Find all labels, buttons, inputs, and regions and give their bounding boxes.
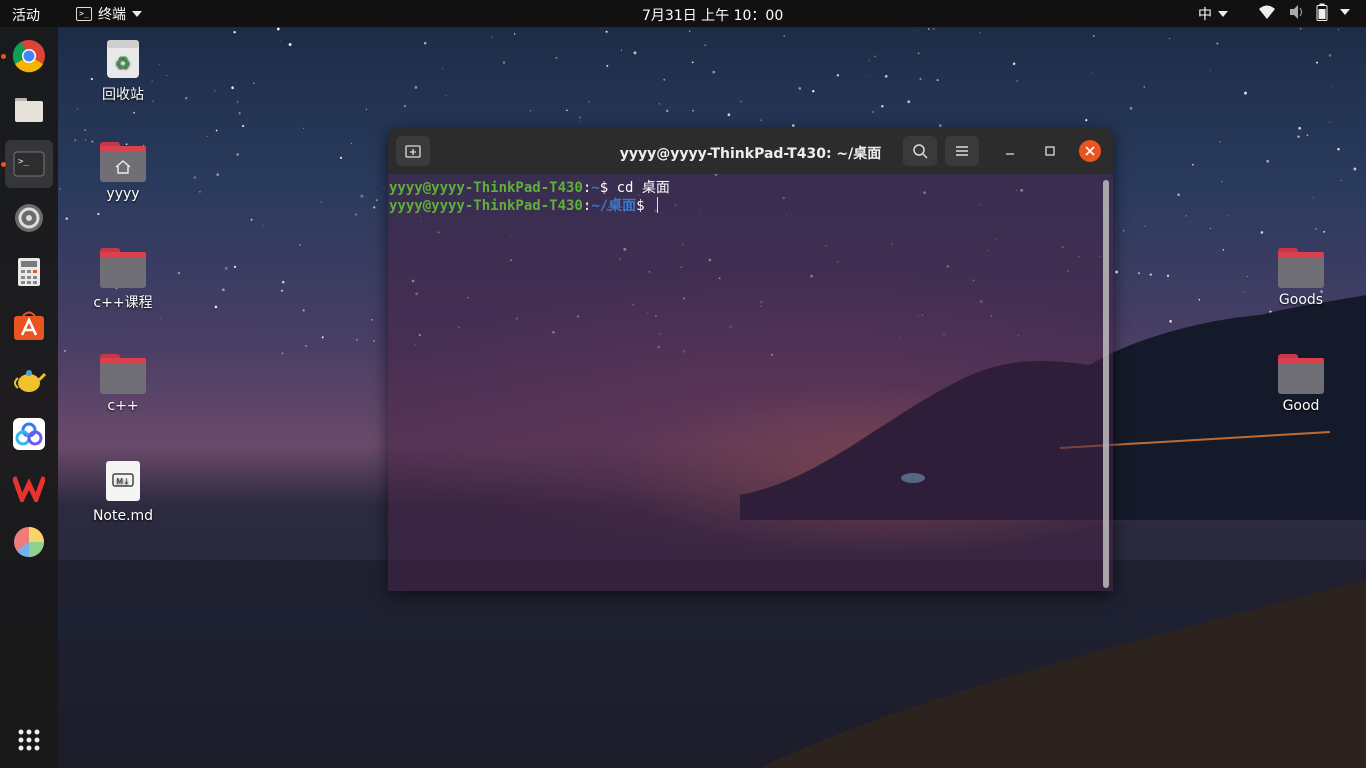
terminal-headerbar[interactable]: yyyy@yyyy-ThinkPad-T430: ~/桌面 [388,128,1113,174]
terminal-window[interactable]: yyyy@yyyy-ThinkPad-T430: ~/桌面 yyyy@yyyy-… [388,128,1113,591]
gear-icon [15,204,43,232]
desktop-icon-label: yyyy [106,186,140,202]
show-apps-button[interactable] [5,716,53,764]
desktop-icon-note-md[interactable]: M↓ Note.md [78,460,168,524]
desktop-icon-label: c++ [107,398,139,414]
desktop-icon-label: 回收站 [102,87,144,103]
svg-text:M↓: M↓ [116,477,130,486]
chrome-icon [12,40,45,73]
app-menu-label: 终端 [98,7,126,23]
minimize-button[interactable] [999,140,1021,162]
hamburger-icon [956,146,968,156]
teapot-icon [14,370,46,392]
trash-icon: ♻ [107,40,139,78]
desktop-icon-label: c++课程 [93,295,153,311]
desktop-icon-folder-goods[interactable]: Goods [1256,248,1346,308]
home-folder-icon [100,142,146,182]
maximize-button[interactable] [1039,140,1061,162]
terminal-icon: >_ [13,151,45,177]
command-text: cd 桌面 [616,180,670,196]
terminal-line: yyyy@yyyy-ThinkPad-T430:~$ cd 桌面 [389,177,670,197]
search-icon [913,144,928,159]
search-button[interactable] [903,136,937,166]
svg-text:>_: >_ [18,157,29,167]
prompt-user: yyyy@yyyy-ThinkPad-T430 [389,198,583,214]
folder-icon [100,354,146,394]
prompt-symbol: $ [599,180,617,196]
desktop-icon-folder-cpp-course[interactable]: c++课程 [78,248,168,312]
desktop-icon-label: Goods [1278,292,1324,308]
volume-icon [1290,5,1302,19]
prompt-symbol: $ [636,198,654,214]
dock-item-wps[interactable] [5,464,53,512]
dock-item-pie[interactable] [5,518,53,566]
running-indicator [1,162,6,167]
prompt-user: yyyy@yyyy-ThinkPad-T430 [389,180,583,196]
desktop-icon-label: Note.md [92,508,154,524]
svg-text:♻: ♻ [115,53,131,74]
system-tray[interactable] [1258,3,1350,21]
input-method-label: 中 [1198,7,1212,23]
close-button[interactable] [1079,140,1101,162]
dock-item-files[interactable] [5,86,53,134]
folder-icon [100,248,146,288]
desktop-icon-home[interactable]: yyyy [78,142,168,202]
battery-icon [1316,3,1328,21]
dock-item-calculator[interactable] [5,248,53,296]
maximize-icon [1045,146,1055,156]
chevron-down-icon [1340,9,1350,15]
prompt-path: ~ [591,180,600,196]
running-indicator [1,54,6,59]
close-icon [1085,146,1095,156]
terminal-content[interactable]: yyyy@yyyy-ThinkPad-T430:~$ cd 桌面 yyyy@yy… [388,174,1113,591]
activities-button[interactable]: 活动 [12,5,40,25]
desktop-icon-trash[interactable]: ♻ 回收站 [78,36,168,104]
folder-icon [1278,248,1324,288]
minimize-icon [1006,153,1014,155]
app-grid-icon [18,729,40,751]
chevron-down-icon [1218,11,1228,17]
dock-item-settings[interactable] [5,194,53,242]
pie-icon [14,527,44,557]
desktop-icon-folder-cpp[interactable]: c++ [78,354,168,414]
dock-item-teapot[interactable] [5,356,53,404]
menu-button[interactable] [945,136,979,166]
files-icon [15,98,43,122]
dock: >_ [0,27,58,768]
cloud-icon [13,418,45,450]
wps-icon [13,476,45,502]
software-center-icon [14,311,44,340]
desktop-icon-label: Good [1282,398,1320,414]
text-cursor [657,197,659,213]
desktop-icon-folder-good[interactable]: Good [1256,354,1346,414]
dock-item-software[interactable] [5,302,53,350]
app-menu[interactable]: >_ 终端 [76,4,142,24]
wifi-icon [1259,5,1275,19]
clock[interactable]: 7月31日 上午 10：00 [642,5,783,25]
terminal-icon: >_ [76,7,92,21]
folder-icon [1278,354,1324,394]
terminal-scrollbar[interactable] [1103,180,1109,588]
dock-item-chrome[interactable] [1,32,53,80]
chevron-down-icon [132,11,142,17]
top-bar: 活动 >_ 终端 7月31日 上午 10：00 中 [0,0,1366,27]
input-method-menu[interactable]: 中 [1198,4,1228,24]
prompt-path: ~/桌面 [591,198,637,214]
terminal-line: yyyy@yyyy-ThinkPad-T430:~/桌面$ [389,195,659,215]
dock-item-terminal[interactable]: >_ [1,140,53,188]
dock-item-baidu-netdisk[interactable] [5,410,53,458]
markdown-file-icon: M↓ [106,461,140,501]
calculator-icon [18,258,40,286]
